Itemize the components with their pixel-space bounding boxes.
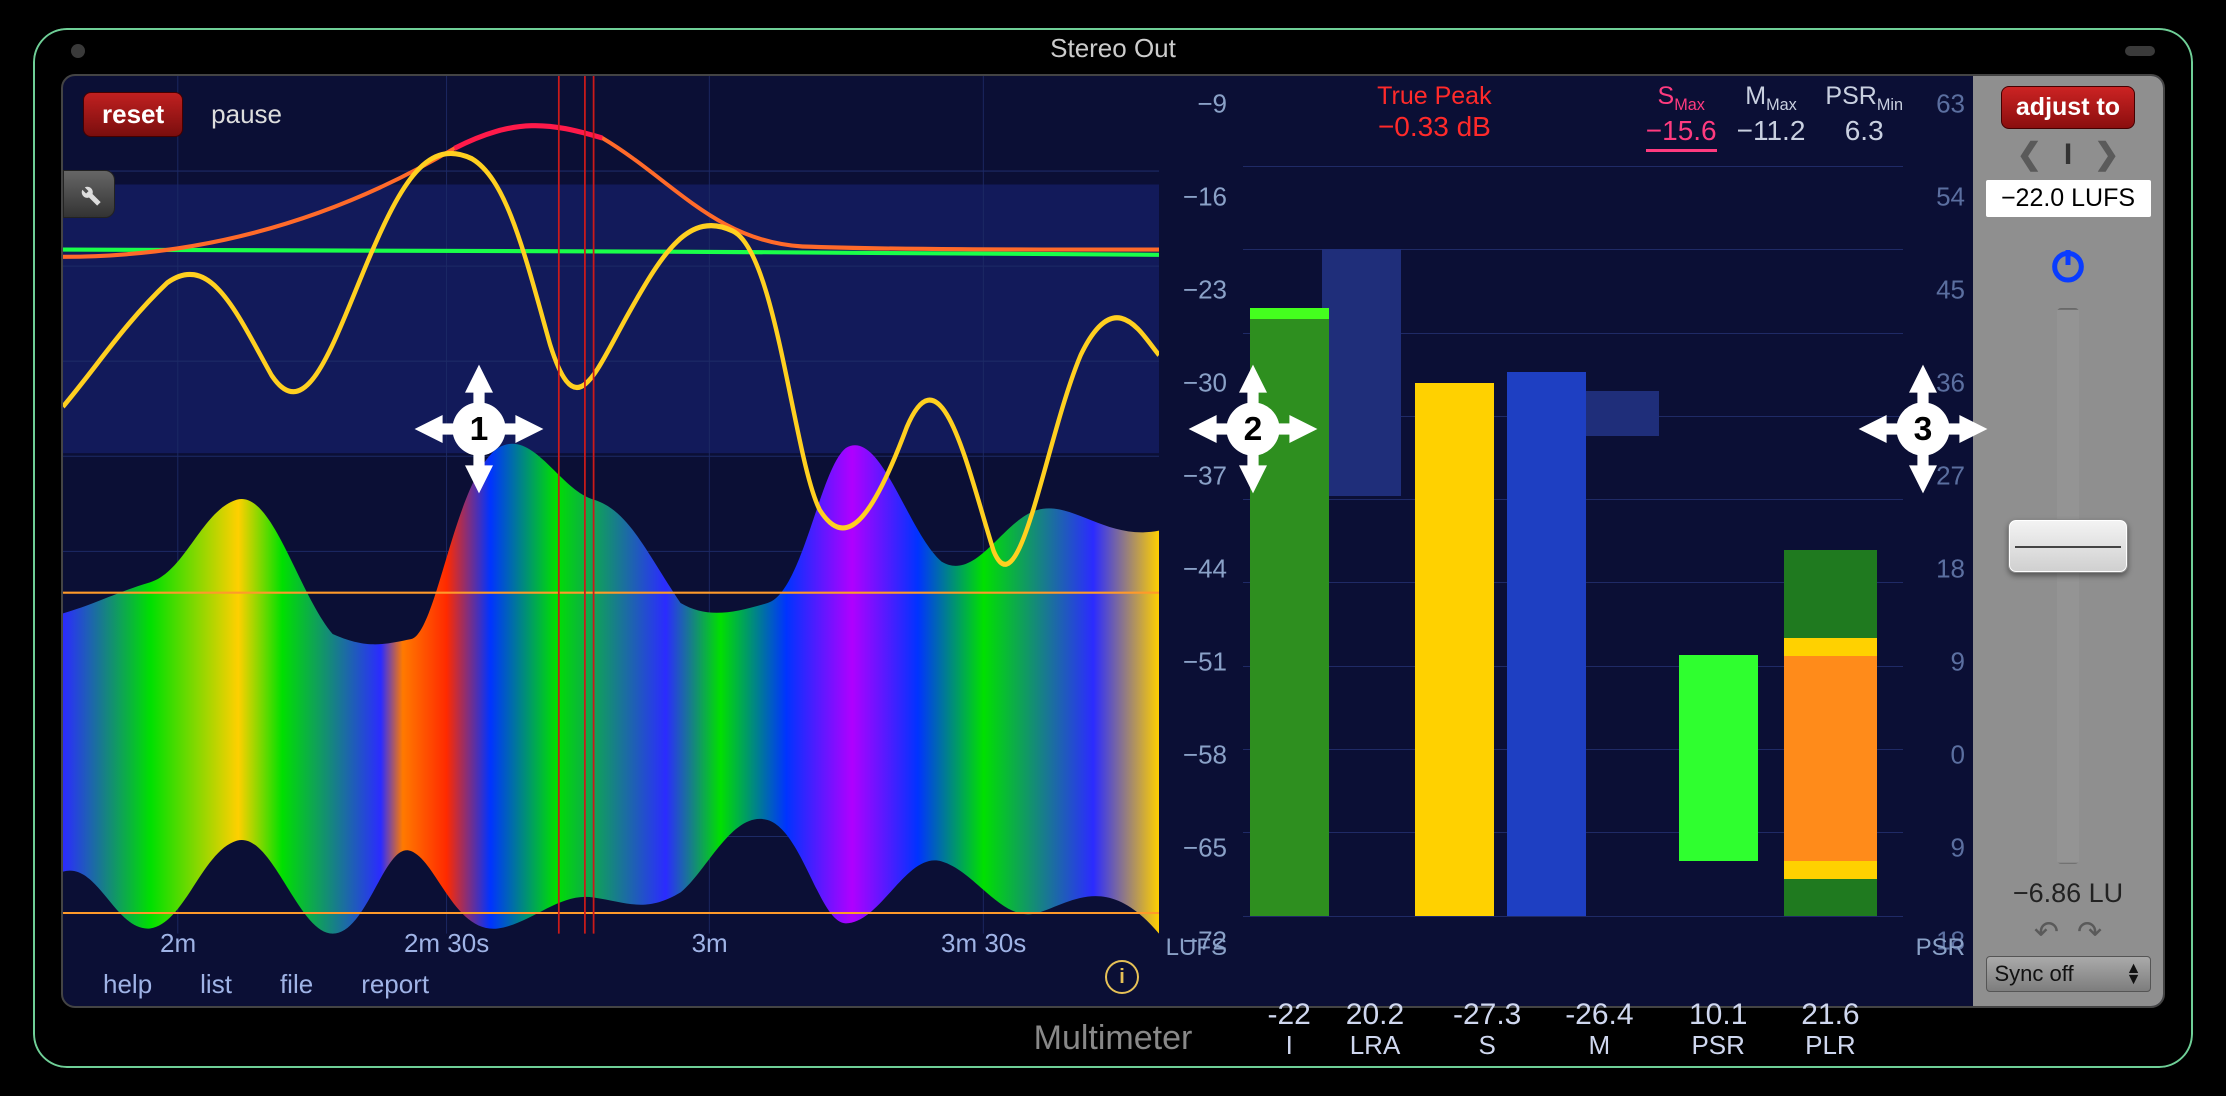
- scale-tick: −23: [1183, 274, 1227, 305]
- preset-next-button[interactable]: ❯: [2094, 137, 2119, 172]
- scale-tick: 18: [1936, 553, 1965, 584]
- scale-tick: −44: [1183, 553, 1227, 584]
- bar-i-range: [1322, 249, 1401, 497]
- bar-i: [1250, 319, 1329, 916]
- bar-m-range: [1580, 391, 1659, 436]
- scale-tick: −65: [1183, 832, 1227, 863]
- file-link[interactable]: file: [280, 969, 313, 1000]
- sync-label: Sync off: [1995, 961, 2074, 987]
- plugin-name: Multimeter: [1034, 1019, 1193, 1058]
- psr-unit: PSR: [1916, 934, 1965, 962]
- smax-label: SMax: [1658, 82, 1705, 115]
- true-peak-value: −0.33 dB: [1378, 111, 1491, 143]
- bottom-links: help list file report: [103, 969, 429, 1000]
- bar-plr-seg1: [1784, 550, 1876, 639]
- pause-button[interactable]: pause: [211, 99, 282, 130]
- history-graph[interactable]: reset pause 2m 2m 30s 3m 3m 30s help lis…: [63, 76, 1159, 1006]
- bar-plr-seg5: [1784, 879, 1876, 916]
- bars-area: [1243, 166, 1903, 916]
- time-axis: 2m 2m 30s 3m 3m 30s: [63, 928, 1159, 964]
- plugin-body: reset pause 2m 2m 30s 3m 3m 30s help lis…: [61, 74, 2165, 1008]
- help-link[interactable]: help: [103, 969, 152, 1000]
- scale-tick: 9: [1951, 646, 1965, 677]
- mmax-label: MMax: [1745, 82, 1797, 115]
- settings-button[interactable]: [63, 170, 115, 218]
- scale-tick: 45: [1936, 274, 1965, 305]
- bar-i-cap: [1250, 308, 1329, 319]
- scale-tick: −37: [1183, 460, 1227, 491]
- wrench-icon: [75, 180, 103, 208]
- bar-psr: [1679, 655, 1758, 861]
- bars-panel[interactable]: True Peak −0.33 dB SMax −15.6 MMax −11.2…: [1233, 76, 1913, 1006]
- adjust-to-button[interactable]: adjust to: [2001, 86, 2135, 129]
- scale-tick: 9: [1951, 832, 1965, 863]
- scale-tick: −58: [1183, 739, 1227, 770]
- time-tick: 3m 30s: [941, 928, 1026, 959]
- lufs-unit: LUFS: [1166, 934, 1227, 962]
- mmax-value: −11.2: [1737, 115, 1806, 147]
- list-link[interactable]: list: [200, 969, 232, 1000]
- window-title: Stereo Out: [1050, 33, 1176, 64]
- redo-button[interactable]: ↷: [2077, 915, 2102, 950]
- bar-plr-seg4: [1784, 861, 1876, 880]
- smax-value: −15.6: [1646, 115, 1717, 147]
- preset-nav: ❮ I ❯: [2017, 137, 2120, 172]
- gain-fader[interactable]: [2057, 308, 2079, 864]
- info-button[interactable]: i: [1105, 960, 1139, 994]
- preset-prev-button[interactable]: ❮: [2017, 137, 2042, 172]
- power-icon: [2048, 245, 2088, 285]
- scale-tick: −9: [1197, 88, 1227, 119]
- scale-tick: 0: [1951, 739, 1965, 770]
- scale-tick: 36: [1936, 367, 1965, 398]
- info-icon: i: [1119, 966, 1125, 989]
- psrmin-label: PSRMin: [1825, 82, 1903, 115]
- peak-readout: True Peak −0.33 dB SMax −15.6 MMax −11.2…: [1243, 82, 1903, 152]
- adjust-panel: adjust to ❮ I ❯ −22.0 LUFS −6.86 LU ↶ ↷: [1973, 76, 2163, 1006]
- scale-tick: 27: [1936, 460, 1965, 491]
- plugin-window: Stereo Out: [23, 18, 2203, 1078]
- graph-svg: [63, 76, 1159, 1006]
- bar-plr-seg2: [1784, 638, 1876, 657]
- psr-scale: 63 54 45 36 27 18 9 0 9 18 PSR: [1913, 76, 1973, 1006]
- bar-m: [1507, 372, 1586, 916]
- sync-select[interactable]: Sync off ▲▼: [1986, 956, 2151, 992]
- lufs-scale: −9 −16 −23 −30 −37 −44 −51 −58 −65 −72 L…: [1159, 76, 1233, 1006]
- true-peak-label: True Peak: [1377, 82, 1491, 111]
- plugin-name-footer: Multimeter: [33, 1008, 2193, 1068]
- scale-tick: 54: [1936, 181, 1965, 212]
- titlebar: Stereo Out: [33, 28, 2193, 68]
- reset-button[interactable]: reset: [83, 92, 183, 137]
- scale-tick: −30: [1183, 367, 1227, 398]
- report-link[interactable]: report: [361, 969, 429, 1000]
- window-dot-right: [2125, 46, 2155, 56]
- time-tick: 3m: [692, 928, 728, 959]
- power-button[interactable]: [2048, 245, 2088, 290]
- dropdown-arrows-icon: ▲▼: [2126, 963, 2142, 985]
- psrmin-value: 6.3: [1845, 115, 1884, 147]
- bar-plr-seg3: [1784, 656, 1876, 861]
- time-tick: 2m: [160, 928, 196, 959]
- target-field[interactable]: −22.0 LUFS: [1986, 180, 2151, 217]
- scale-tick: 63: [1936, 88, 1965, 119]
- lu-readout: −6.86 LU: [2013, 878, 2123, 909]
- scale-tick: −51: [1183, 646, 1227, 677]
- fader-knob[interactable]: [2008, 519, 2128, 573]
- scale-tick: −16: [1183, 181, 1227, 212]
- undo-button[interactable]: ↶: [2034, 915, 2059, 950]
- preset-index: I: [2064, 138, 2072, 172]
- time-tick: 2m 30s: [404, 928, 489, 959]
- svg-text:3: 3: [1914, 412, 1933, 449]
- window-dot-left: [71, 44, 85, 58]
- bar-s: [1415, 383, 1494, 916]
